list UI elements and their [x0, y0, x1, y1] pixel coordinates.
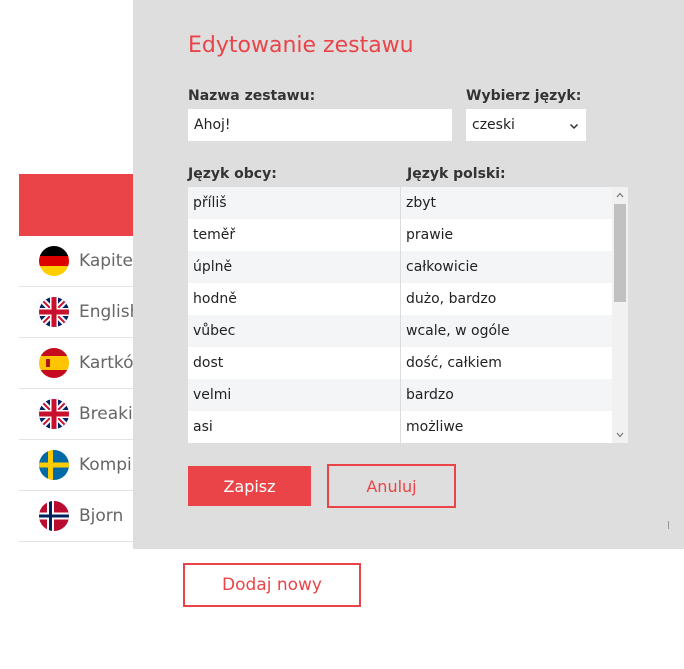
uk-flag-icon [39, 399, 69, 429]
save-button[interactable]: Zapisz [188, 466, 311, 506]
foreign-word-cell[interactable]: hodně [188, 283, 401, 315]
polish-word-cell[interactable]: możliwe [401, 411, 612, 443]
language-label: Wybierz język: [466, 88, 582, 104]
foreign-word-cell[interactable]: teměř [188, 219, 401, 251]
edit-set-modal: Edytowanie zestawu Nazwa zestawu: Wybier… [133, 0, 684, 549]
list-item-label: English [79, 302, 141, 322]
foreign-word-cell[interactable]: úplně [188, 251, 401, 283]
language-select-value: czeski [472, 117, 515, 133]
polish-word-cell[interactable]: prawie [401, 219, 612, 251]
foreign-column-header: Język obcy: [188, 166, 277, 182]
foreign-word-cell[interactable]: vůbec [188, 315, 401, 347]
modal-title: Edytowanie zestawu [188, 33, 414, 58]
table-row[interactable]: vůbec wcale, w ogóle [188, 315, 628, 347]
polish-word-cell[interactable]: dużo, bardzo [401, 283, 612, 315]
resize-handle[interactable] [668, 521, 669, 529]
table-row[interactable]: asi możliwe [188, 411, 628, 443]
list-item-label: Bjorn [79, 506, 124, 526]
word-table: příliš zbyt teměř prawie úplně całkowicie hodn… [188, 187, 628, 443]
add-new-button[interactable]: Dodaj nowy [183, 563, 361, 607]
polish-word-cell[interactable]: całkowicie [401, 251, 612, 283]
polish-word-cell[interactable]: zbyt [401, 187, 612, 219]
vertical-scrollbar[interactable] [612, 187, 628, 443]
foreign-word-cell[interactable]: příliš [188, 187, 401, 219]
list-item-label: Kapitel [79, 251, 138, 271]
scroll-up-arrow-icon[interactable] [612, 187, 628, 203]
table-row[interactable]: příliš zbyt [188, 187, 628, 219]
polish-column-header: Język polski: [407, 166, 506, 182]
polish-word-cell[interactable]: dość, całkiem [401, 347, 612, 379]
list-item-label: Kompi [79, 455, 132, 475]
table-row[interactable]: dost dość, całkiem [188, 347, 628, 379]
foreign-word-cell[interactable]: asi [188, 411, 401, 443]
polish-word-cell[interactable]: bardzo [401, 379, 612, 411]
foreign-word-cell[interactable]: dost [188, 347, 401, 379]
spain-flag-icon [39, 348, 69, 378]
uk-flag-icon [39, 297, 69, 327]
table-row[interactable]: velmi bardzo [188, 379, 628, 411]
language-select[interactable]: czeski [466, 109, 586, 141]
list-item-label: Breakir [79, 404, 140, 424]
cancel-button[interactable]: Anuluj [327, 464, 456, 508]
chevron-down-icon [569, 119, 579, 135]
german-flag-icon [39, 246, 69, 276]
norway-flag-icon [39, 501, 69, 531]
polish-word-cell[interactable]: wcale, w ogóle [401, 315, 612, 347]
sweden-flag-icon [39, 450, 69, 480]
scrollbar-thumb[interactable] [614, 204, 626, 302]
foreign-word-cell[interactable]: velmi [188, 379, 401, 411]
set-name-label: Nazwa zestawu: [188, 88, 316, 104]
table-row[interactable]: úplně całkowicie [188, 251, 628, 283]
set-name-input[interactable] [188, 109, 452, 141]
table-row[interactable]: teměř prawie [188, 219, 628, 251]
list-item-label: Kartkó [79, 353, 134, 373]
table-row[interactable]: hodně dużo, bardzo [188, 283, 628, 315]
scroll-down-arrow-icon[interactable] [612, 427, 628, 443]
